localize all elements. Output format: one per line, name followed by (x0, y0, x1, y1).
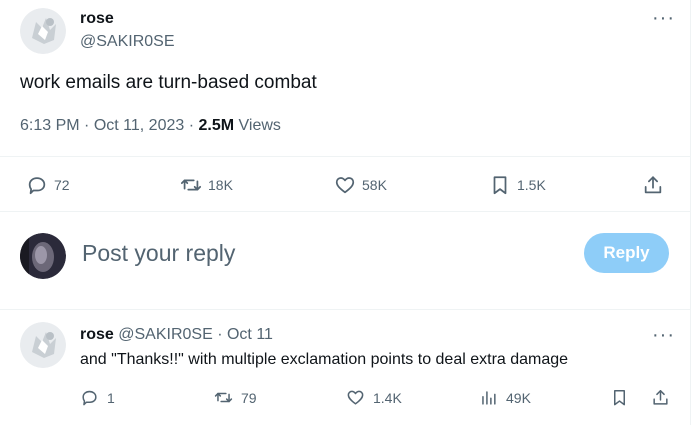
current-user-avatar[interactable] (20, 233, 66, 279)
reply-repost-action[interactable]: 79 (214, 388, 257, 407)
views-label[interactable]: Views (239, 117, 281, 134)
divider (0, 309, 690, 310)
bar-chart-icon (482, 391, 496, 405)
reply-author-handle[interactable]: @SAKIR0SE (118, 326, 213, 343)
tweet-time[interactable]: 6:13 PM (20, 117, 80, 134)
meta-separator: · (188, 117, 195, 134)
like-count: 58K (362, 177, 387, 193)
reply-like-count: 1.4K (373, 389, 402, 406)
repost-count: 18K (208, 177, 233, 193)
tweet-text: work emails are turn-based combat (20, 72, 317, 93)
author-display-name[interactable]: rose (80, 10, 114, 28)
author-handle[interactable]: @SAKIR0SE (80, 33, 175, 51)
reply-author-name[interactable]: rose (80, 326, 114, 343)
views-count[interactable]: 2.5M (199, 117, 235, 134)
reply-repost-count: 79 (241, 389, 257, 406)
bookmark-count: 1.5K (517, 177, 546, 193)
repost-action[interactable]: 18K (180, 174, 233, 196)
tweet-date[interactable]: Oct 11, 2023 (94, 117, 184, 134)
like-action[interactable]: 58K (334, 174, 387, 196)
meta-separator: · (84, 117, 90, 134)
more-options-icon[interactable]: ··· (652, 8, 675, 28)
tweet-meta: 6:13 PM · Oct 11, 2023 · 2.5M Views (20, 117, 281, 135)
divider (0, 211, 690, 212)
reply-views-action[interactable]: 49K (479, 388, 531, 407)
speech-bubble-icon (28, 177, 46, 195)
share-upload-icon (644, 176, 662, 194)
heart-icon (335, 177, 355, 194)
divider (0, 156, 690, 157)
reply-count: 72 (54, 177, 70, 193)
reply-action[interactable]: 72 (26, 174, 70, 196)
reply-like-action[interactable]: 1.4K (346, 388, 402, 407)
bookmark-action[interactable]: 1.5K (489, 174, 546, 196)
reply-text: and "Thanks!!" with multiple exclamation… (80, 351, 569, 368)
reply-button[interactable]: Reply (584, 233, 669, 273)
reply-date[interactable]: Oct 11 (227, 326, 273, 343)
repost-arrows-icon (180, 179, 202, 191)
reply-more-options-icon[interactable]: ··· (652, 325, 675, 345)
share-action[interactable] (642, 174, 664, 196)
reply-header: rose @SAKIR0SE · Oct 11 (80, 326, 273, 344)
reply-input[interactable]: Post your reply (82, 240, 235, 267)
reply-bookmark-action[interactable] (610, 388, 629, 407)
meta-separator: · (217, 326, 223, 343)
reply-share-action[interactable] (651, 388, 670, 407)
repost-arrows-icon (214, 392, 233, 403)
bookmark-icon (493, 176, 507, 195)
heart-icon (347, 390, 364, 405)
author-avatar[interactable] (20, 8, 66, 54)
reply-view-count: 49K (506, 389, 531, 406)
reply-author-avatar[interactable] (20, 322, 66, 368)
reply-reply-count: 1 (107, 389, 115, 406)
bookmark-icon (613, 390, 626, 406)
speech-bubble-icon (82, 390, 97, 406)
share-upload-icon (653, 390, 668, 405)
reply-reply-action[interactable]: 1 (80, 388, 115, 407)
